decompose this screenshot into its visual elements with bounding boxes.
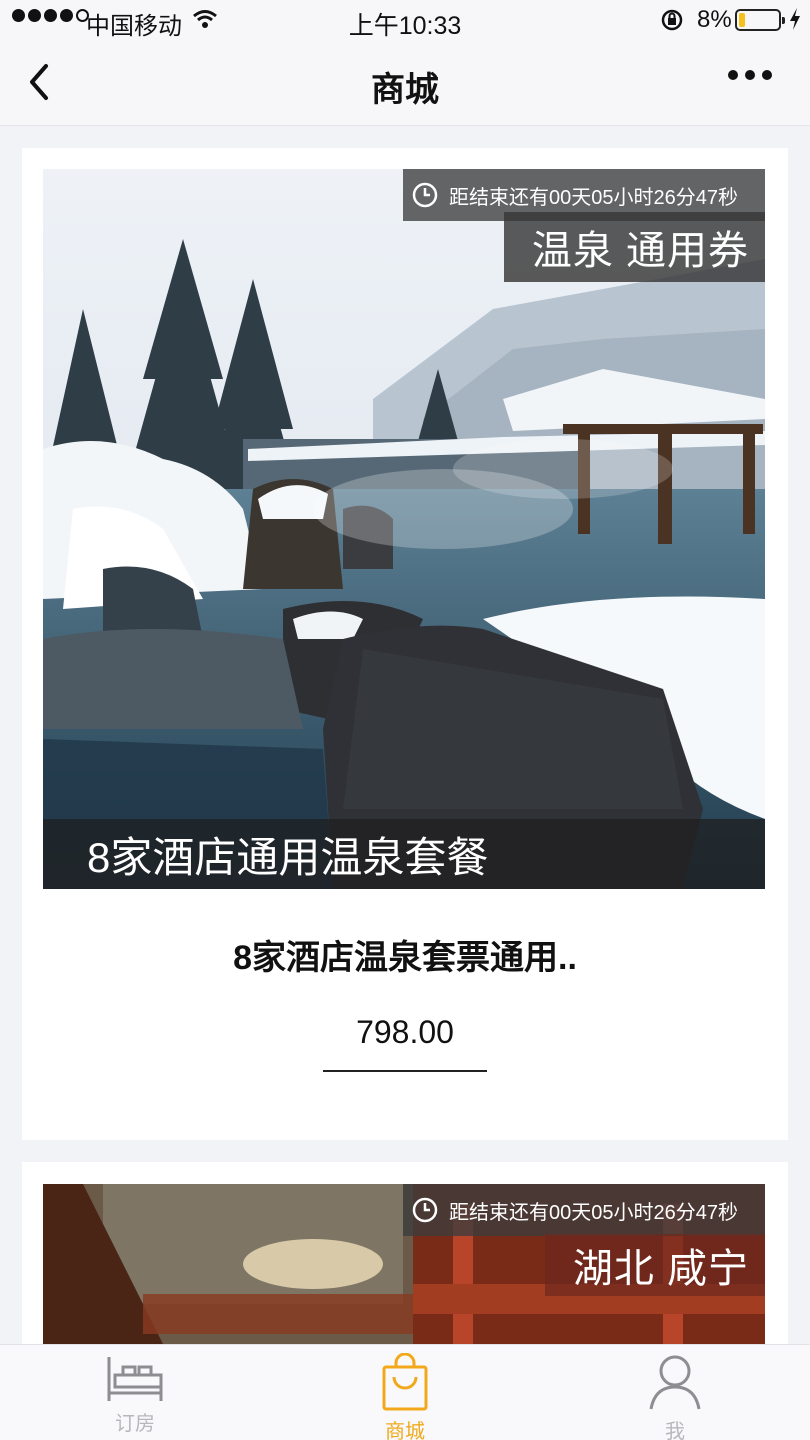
countdown-text: 距结束还有00天05小时26分47秒: [449, 1201, 738, 1224]
category-tag: 温泉 通用券: [503, 212, 765, 282]
clock-icon: [412, 1197, 438, 1223]
product-card[interactable]: 距结束还有00天05小时26分47秒 温泉 通用券 8家酒店通用温泉套餐 8家酒…: [22, 148, 788, 1140]
countdown-badge: 距结束还有00天05小时26分47秒: [403, 1184, 765, 1236]
navigation-bar: 商城: [0, 40, 810, 126]
more-options-icon[interactable]: [728, 70, 772, 80]
status-bar: 中国移动 上午10:33 8%: [0, 0, 810, 40]
location-tag: 湖北 咸宁: [544, 1234, 765, 1296]
tab-me[interactable]: 我: [595, 1345, 755, 1440]
tab-rooms-label: 订房: [115, 1413, 155, 1435]
product-image[interactable]: 距结束还有00天05小时26分47秒 温泉 通用券 8家酒店通用温泉套餐: [43, 169, 765, 889]
tab-me-label: 我: [665, 1421, 685, 1440]
product-price: 798.00: [356, 1014, 454, 1050]
page-title: 商城: [371, 71, 439, 109]
image-banner: 8家酒店通用温泉套餐: [43, 819, 765, 889]
tab-mall[interactable]: 商城: [325, 1345, 485, 1440]
rotation-lock-icon: [661, 9, 683, 31]
clock-icon: [412, 182, 438, 208]
user-icon: [649, 1355, 701, 1410]
countdown-text: 距结束还有00天05小时26分47秒: [449, 186, 738, 209]
tab-bar: 订房 商城 我: [0, 1344, 810, 1440]
price-underline: [323, 1070, 487, 1072]
battery-percent: 8%: [697, 6, 732, 33]
product-card[interactable]: 距结束还有00天05小时26分47秒 湖北 咸宁: [22, 1162, 788, 1362]
tab-rooms[interactable]: 订房: [55, 1345, 215, 1440]
product-title[interactable]: 8家酒店温泉套票通用..: [22, 930, 788, 979]
shopping-bag-icon: [382, 1353, 428, 1411]
product-image[interactable]: 距结束还有00天05小时26分47秒 湖北 咸宁: [43, 1184, 765, 1362]
battery-icon: [735, 9, 785, 31]
tab-mall-label: 商城: [385, 1421, 425, 1440]
bed-icon: [107, 1357, 163, 1401]
charging-icon: [790, 8, 800, 30]
status-time: 上午10:33: [348, 12, 462, 40]
